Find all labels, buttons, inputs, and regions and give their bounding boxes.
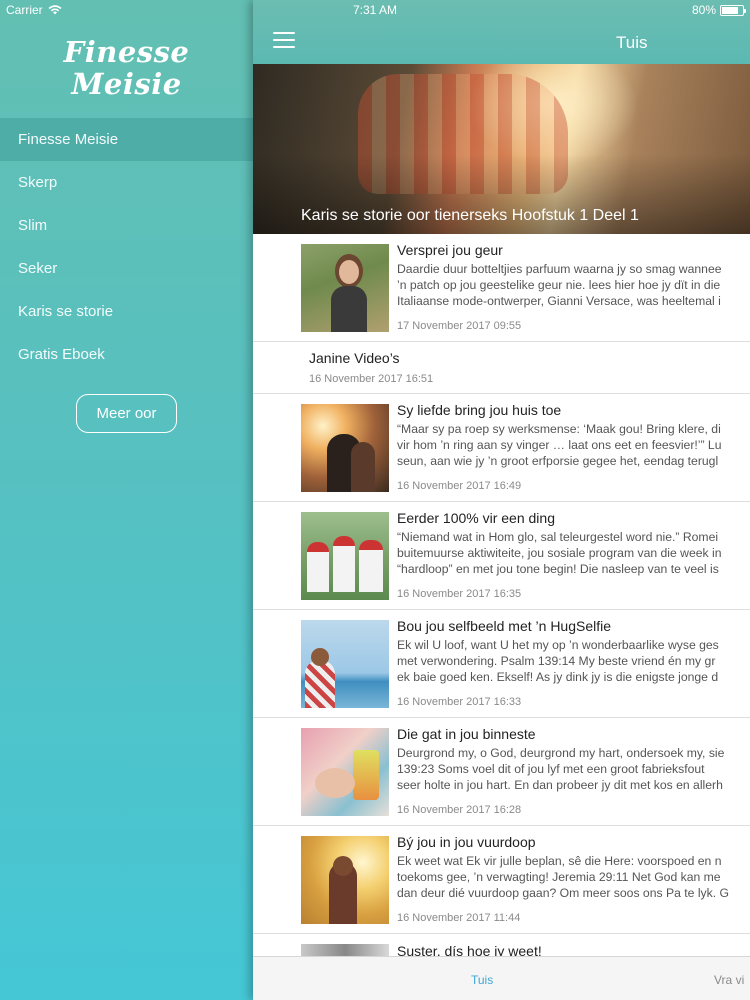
article-title: Eerder 100% vir een ding — [397, 510, 555, 526]
sidebar: Carrier Finesse Meisie Finesse Meisie Sk… — [0, 0, 253, 1000]
list-item[interactable]: Versprei jou geur Daardie duur botteltji… — [253, 234, 750, 342]
article-date: 16 November 2017 16:49 — [397, 480, 522, 492]
article-date: 16 November 2017 11:44 — [397, 912, 521, 924]
status-time: 7:31 AM — [353, 3, 398, 17]
status-bar-right: 80% — [691, 3, 746, 17]
article-date: 16 November 2017 16:28 — [397, 804, 522, 816]
app-logo: Finesse Meisie — [0, 36, 253, 100]
main-panel: 7:31 AM 80% Tuis Karis se storie oor tie… — [253, 0, 750, 1000]
carrier-label: Carrier — [6, 3, 43, 17]
article-excerpt: Daardie duur botteltjies parfuum waarna … — [397, 262, 722, 308]
sidebar-item-karis-se-storie[interactable]: Karis se storie — [0, 290, 253, 333]
article-title: Bou jou selfbeeld met ’n HugSelfie — [397, 618, 612, 634]
sidebar-item-skerp[interactable]: Skerp — [0, 161, 253, 204]
article-title: Die gat in jou binneste — [397, 726, 536, 742]
sidebar-menu: Finesse Meisie Skerp Slim Seker Karis se… — [0, 118, 253, 376]
article-excerpt: Ek weet wat Ek vir julle beplan, sê die … — [397, 854, 729, 900]
page-title: Tuis — [616, 33, 648, 52]
tab-bar: Tuis Vra vi — [253, 956, 750, 1000]
list-item[interactable]: Eerder 100% vir een ding “Niemand wat in… — [253, 502, 750, 610]
status-bar-left: Carrier — [6, 3, 62, 17]
tab-ask[interactable]: Vra vi — [714, 973, 744, 987]
article-excerpt: “Niemand wat in Hom glo, sal teleurgeste… — [397, 530, 722, 576]
article-title: Sy liefde bring jou huis toe — [397, 402, 562, 418]
list-item[interactable]: Bou jou selfbeeld met ’n HugSelfie Ek wi… — [253, 610, 750, 718]
battery-percent: 80% — [691, 3, 716, 17]
hero-banner[interactable]: Karis se storie oor tienerseks Hoofstuk … — [253, 64, 750, 234]
top-bar: 7:31 AM 80% Tuis — [253, 0, 750, 64]
list-item[interactable]: Bý jou in jou vuurdoop Ek weet wat Ek vi… — [253, 826, 750, 934]
article-date: 16 November 2017 16:35 — [397, 588, 522, 600]
article-thumbnail — [301, 512, 389, 600]
article-excerpt: “Maar sy pa roep sy werksmense: ‘Maak go… — [397, 422, 722, 468]
sidebar-item-gratis-eboek[interactable]: Gratis Eboek — [0, 333, 253, 376]
logo-line-1: Finesse — [63, 35, 190, 69]
list-item[interactable]: Janine Video’s 16 November 2017 16:51 — [253, 342, 750, 394]
article-feed: Versprei jou geur Daardie duur botteltji… — [253, 234, 750, 934]
more-about-button[interactable]: Meer oor — [76, 394, 177, 433]
sidebar-item-slim[interactable]: Slim — [0, 204, 253, 247]
sidebar-item-finesse-meisie[interactable]: Finesse Meisie — [0, 118, 253, 161]
article-date: 16 November 2017 16:51 — [309, 373, 434, 385]
article-date: 17 November 2017 09:55 — [397, 320, 522, 332]
logo-line-2: Meisie — [71, 67, 182, 101]
battery-icon — [720, 4, 746, 16]
hero-caption: Karis se storie oor tienerseks Hoofstuk … — [301, 207, 639, 224]
wifi-icon — [48, 5, 62, 15]
article-title: Bý jou in jou vuurdoop — [397, 834, 536, 850]
tab-home[interactable]: Tuis — [471, 973, 493, 987]
sidebar-item-seker[interactable]: Seker — [0, 247, 253, 290]
article-date: 16 November 2017 16:33 — [397, 696, 522, 708]
article-thumbnail — [301, 620, 389, 708]
article-excerpt: Ek wil U loof, want U het my op ’n wonde… — [397, 638, 719, 684]
article-excerpt: Deurgrond my, o God, deurgrond my hart, … — [397, 746, 725, 792]
article-title: Janine Video’s — [309, 350, 400, 366]
article-thumbnail — [301, 244, 389, 332]
list-item[interactable]: Die gat in jou binneste Deurgrond my, o … — [253, 718, 750, 826]
list-item[interactable]: Sy liefde bring jou huis toe “Maar sy pa… — [253, 394, 750, 502]
article-thumbnail — [301, 404, 389, 492]
article-thumbnail — [301, 728, 389, 816]
article-title: Versprei jou geur — [397, 242, 503, 258]
hamburger-menu-icon[interactable] — [273, 32, 295, 49]
article-thumbnail — [301, 836, 389, 924]
